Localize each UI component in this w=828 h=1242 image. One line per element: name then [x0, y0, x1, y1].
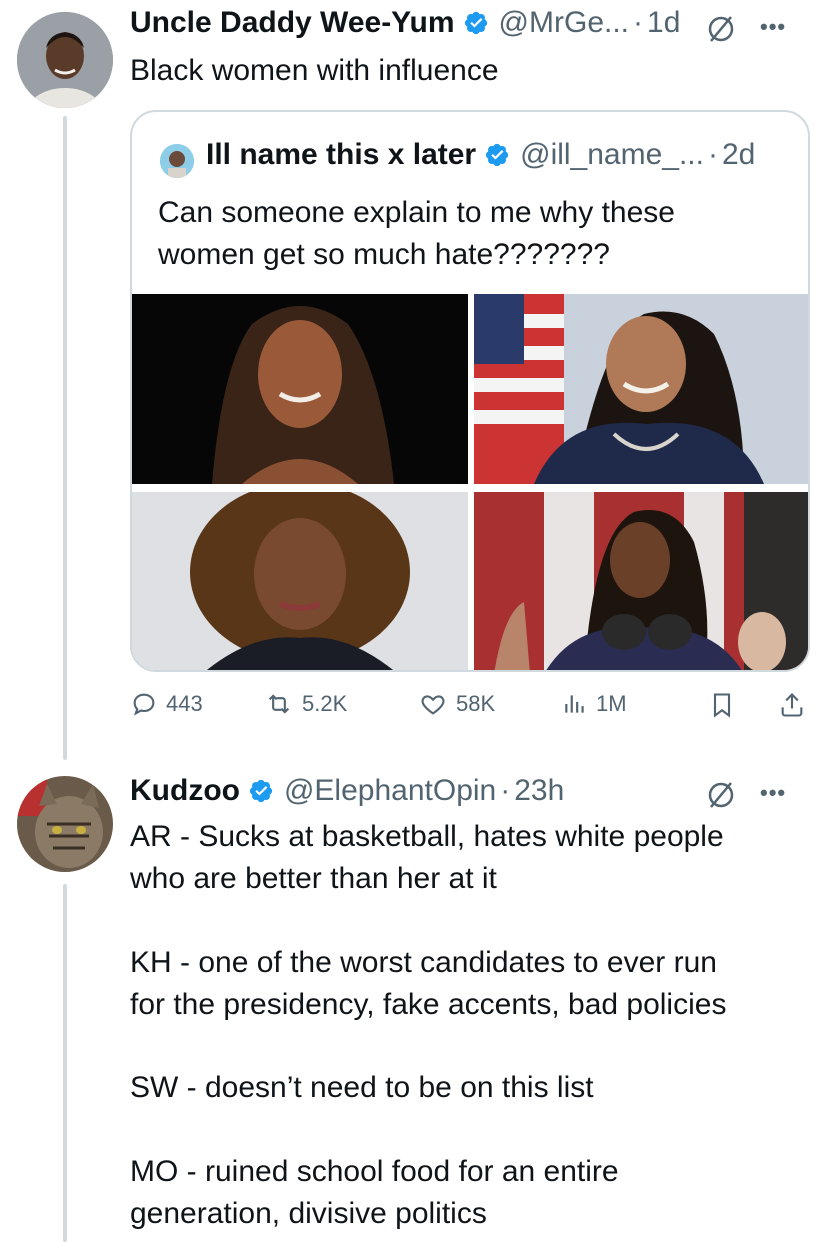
author-name[interactable]: Uncle Daddy Wee-Yum: [130, 6, 455, 40]
share-icon: [781, 693, 803, 717]
reply-count: 443: [166, 691, 203, 716]
tweet-text: Black women with influence: [130, 54, 499, 87]
more-icon[interactable]: •••: [760, 780, 786, 806]
quote-text-line: women get so much hate???????: [158, 238, 610, 271]
tweet-actions: 443 5.2K 58K 1M: [130, 690, 810, 730]
repost-count: 5.2K: [302, 691, 348, 716]
bookmark-icon: [713, 693, 731, 718]
reply-icon: [133, 693, 155, 716]
photo-top-left[interactable]: [132, 294, 468, 484]
separator-dot: ·: [633, 6, 644, 39]
reply-text-line: SW - doesn’t need to be on this list: [130, 1071, 594, 1104]
photo-bottom-left[interactable]: [132, 492, 468, 670]
timestamp[interactable]: 1d: [647, 6, 680, 40]
reply-button[interactable]: 443: [130, 690, 203, 718]
reply-text-line: KH - one of the worst candidates to ever…: [130, 946, 717, 979]
reply-text-line: AR - Sucks at basketball, hates white pe…: [130, 820, 724, 853]
separator-dot: ·: [707, 138, 718, 171]
grok-icon[interactable]: [706, 14, 736, 44]
views-icon: [565, 695, 584, 713]
share-button[interactable]: [778, 690, 814, 720]
reply-author-name[interactable]: Kudzoo: [130, 774, 240, 808]
quote-avatar[interactable]: [160, 144, 194, 178]
thread-connector-line: [63, 116, 67, 760]
quoted-tweet-card[interactable]: Ill name this x later @ill_name_... · 2d…: [130, 110, 810, 672]
verified-badge-icon: [486, 143, 509, 167]
reply-text-line: who are better than her at it: [130, 862, 497, 895]
separator-dot: ·: [500, 774, 511, 807]
avatar[interactable]: [17, 12, 113, 108]
repost-button[interactable]: 5.2K: [264, 690, 347, 718]
verified-badge-icon: [249, 779, 273, 803]
reply-timestamp[interactable]: 23h: [514, 774, 564, 808]
repost-icon: [268, 694, 290, 714]
quote-author-handle[interactable]: @ill_name_...: [520, 138, 704, 172]
reply-header: Kudzoo @ElephantOpin · 23h: [130, 774, 564, 808]
bookmark-button[interactable]: [708, 690, 744, 720]
photo-top-right[interactable]: [474, 294, 808, 484]
more-icon[interactable]: •••: [760, 14, 786, 40]
verified-badge-icon: [464, 11, 487, 35]
thread-connector-line: [63, 884, 67, 1242]
like-count: 58K: [456, 691, 496, 716]
like-button[interactable]: 58K: [418, 690, 495, 718]
reply-text-line: for the presidency, fake accents, bad po…: [130, 988, 727, 1021]
reply-author-handle[interactable]: @ElephantOpin: [284, 774, 496, 808]
quote-header: Ill name this x later @ill_name_... · 2d: [206, 138, 755, 172]
quote-timestamp[interactable]: 2d: [722, 138, 755, 172]
quote-author-name[interactable]: Ill name this x later: [206, 138, 476, 172]
author-handle[interactable]: @MrGe...: [499, 6, 629, 40]
tweet-header: Uncle Daddy Wee-Yum @MrGe... · 1d: [130, 6, 680, 40]
reply-text-line: MO - ruined school food for an entire: [130, 1155, 619, 1188]
photo-bottom-right[interactable]: [474, 492, 808, 670]
reply-text-line: generation, divisive politics: [130, 1197, 487, 1230]
views-count: 1M: [596, 691, 627, 716]
reply-avatar[interactable]: [17, 776, 113, 872]
like-icon: [421, 695, 445, 715]
grok-icon[interactable]: [706, 780, 736, 810]
quote-text-line: Can someone explain to me why these: [158, 196, 675, 229]
views-button[interactable]: 1M: [562, 690, 627, 718]
